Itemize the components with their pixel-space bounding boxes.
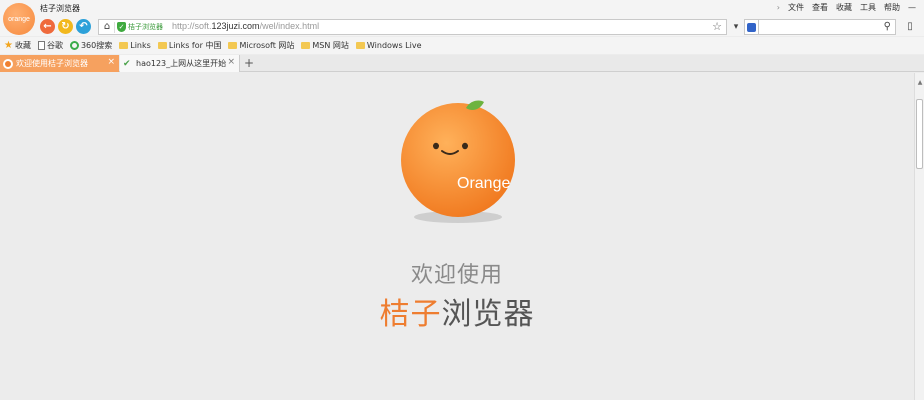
folder-icon xyxy=(355,42,365,49)
bookmark-favorites[interactable]: ★ 收藏 xyxy=(4,40,31,51)
tab-label: hao123_上网从这里开始 xyxy=(136,59,227,68)
bookmark-360[interactable]: 360搜索 xyxy=(69,40,113,51)
folder-icon xyxy=(157,42,167,49)
url-divider xyxy=(114,22,115,33)
bookmark-msn[interactable]: MSN 网站 xyxy=(301,40,349,51)
page-icon xyxy=(37,41,45,50)
tab-bar: 欢迎使用桔子浏览器 × ✔ hao123_上网从这里开始 × + xyxy=(0,55,924,72)
refresh-icon: ↻ xyxy=(61,21,70,32)
tab-label: 欢迎使用桔子浏览器 xyxy=(16,59,88,68)
orange-mascot-logo: Orange xyxy=(401,100,515,223)
folder-icon xyxy=(301,42,311,49)
restore-tab-button[interactable]: ↶ xyxy=(76,19,91,34)
folder-icon xyxy=(228,42,238,49)
bookmark-label: Links for 中国 xyxy=(168,41,222,50)
url-prefix: http://soft. xyxy=(172,21,212,31)
browser-name-rest: 浏览器 xyxy=(441,297,535,332)
search-engine-selector[interactable] xyxy=(744,19,758,35)
tab-welcome[interactable]: 欢迎使用桔子浏览器 × xyxy=(0,55,119,72)
menu-favorites[interactable]: 收藏 xyxy=(836,2,852,13)
scroll-up-icon[interactable]: ▲ xyxy=(916,79,924,87)
url-suffix: /wel/index.html xyxy=(259,21,320,31)
bookmark-star-icon[interactable]: ☆ xyxy=(712,20,722,33)
bookmark-google[interactable]: 谷歌 xyxy=(37,40,63,51)
app-logo-text: orange xyxy=(8,15,30,23)
home-icon[interactable]: ⌂ xyxy=(101,21,113,33)
orange-logo-text: Orange xyxy=(457,175,510,192)
bookmarks-bar: ★ 收藏 谷歌 360搜索 Links Links for 中国 Microsof… xyxy=(0,37,924,54)
url-text[interactable]: http://soft.123juzi.com/wel/index.html xyxy=(172,21,319,31)
trust-label: 桔子浏览器 xyxy=(128,23,163,31)
close-tab-icon[interactable]: × xyxy=(107,57,115,67)
orange-favicon-icon xyxy=(3,58,13,69)
bookmark-windows-live[interactable]: Windows Live xyxy=(355,41,422,50)
new-tab-button[interactable]: + xyxy=(242,55,256,72)
window-title: 桔子浏览器 xyxy=(40,4,80,13)
url-domain: 123juzi.com xyxy=(211,21,260,31)
search-engine-icon xyxy=(747,23,756,32)
refresh-button[interactable]: ↻ xyxy=(58,19,73,34)
tab-hao123[interactable]: ✔ hao123_上网从这里开始 × xyxy=(120,55,240,72)
bookmark-label: Windows Live xyxy=(366,41,422,50)
bookmark-label: 谷歌 xyxy=(46,41,63,50)
bookmark-label: Links xyxy=(130,41,151,50)
bookmark-microsoft[interactable]: Microsoft 网站 xyxy=(228,40,294,51)
folder-icon xyxy=(119,42,129,49)
restore-icon: ↶ xyxy=(79,21,88,32)
scroll-thumb[interactable] xyxy=(916,99,923,169)
menu-arrow-icon[interactable]: › xyxy=(777,3,780,12)
browser-name-heading: 桔子浏览器 xyxy=(0,289,914,333)
search-input[interactable]: ⚲ xyxy=(758,19,896,35)
bookmark-label: 360搜索 xyxy=(80,41,113,50)
bookmark-label: Microsoft 网站 xyxy=(239,41,295,50)
menu-tools[interactable]: 工具 xyxy=(860,2,876,13)
title-bar: orange 桔子浏览器 ← ↻ ↶ › 文件 查看 收藏 工具 帮助 — ⌂ … xyxy=(0,0,924,36)
360-icon xyxy=(69,41,79,50)
url-dropdown-icon[interactable]: ▾ xyxy=(729,19,743,35)
search-icon[interactable]: ⚲ xyxy=(884,21,891,32)
shield-icon: ✓ xyxy=(117,22,126,32)
hao123-favicon-icon: ✔ xyxy=(123,58,131,69)
orange-logo-icon[interactable]: orange xyxy=(3,3,35,35)
star-icon: ★ xyxy=(4,40,13,51)
bookmark-links[interactable]: Links xyxy=(119,41,151,50)
sidebar-toggle-icon[interactable]: ▯ xyxy=(902,19,918,35)
menu-bar: › 文件 查看 收藏 工具 帮助 — xyxy=(777,2,916,13)
back-button[interactable]: ← xyxy=(40,19,55,34)
bookmark-links-china[interactable]: Links for 中国 xyxy=(157,40,222,51)
vertical-scrollbar[interactable]: ▲ xyxy=(914,73,924,400)
menu-file[interactable]: 文件 xyxy=(788,2,804,13)
bookmark-label: MSN 网站 xyxy=(312,41,349,50)
menu-help[interactable]: 帮助 xyxy=(884,2,900,13)
back-arrow-icon: ← xyxy=(43,21,52,32)
welcome-heading: 欢迎使用 xyxy=(410,263,503,288)
bookmark-label: 收藏 xyxy=(14,41,31,50)
browser-name-accent: 桔子 xyxy=(379,297,442,332)
close-tab-icon[interactable]: × xyxy=(227,57,235,67)
address-bar[interactable]: ⌂ ✓ 桔子浏览器 http://soft.123juzi.com/wel/in… xyxy=(98,19,727,35)
welcome-page: Orange 欢迎使用 桔子浏览器 xyxy=(0,73,914,400)
menu-view[interactable]: 查看 xyxy=(812,2,828,13)
minimize-button[interactable]: — xyxy=(908,3,916,12)
security-badge[interactable]: ✓ 桔子浏览器 xyxy=(117,21,163,33)
